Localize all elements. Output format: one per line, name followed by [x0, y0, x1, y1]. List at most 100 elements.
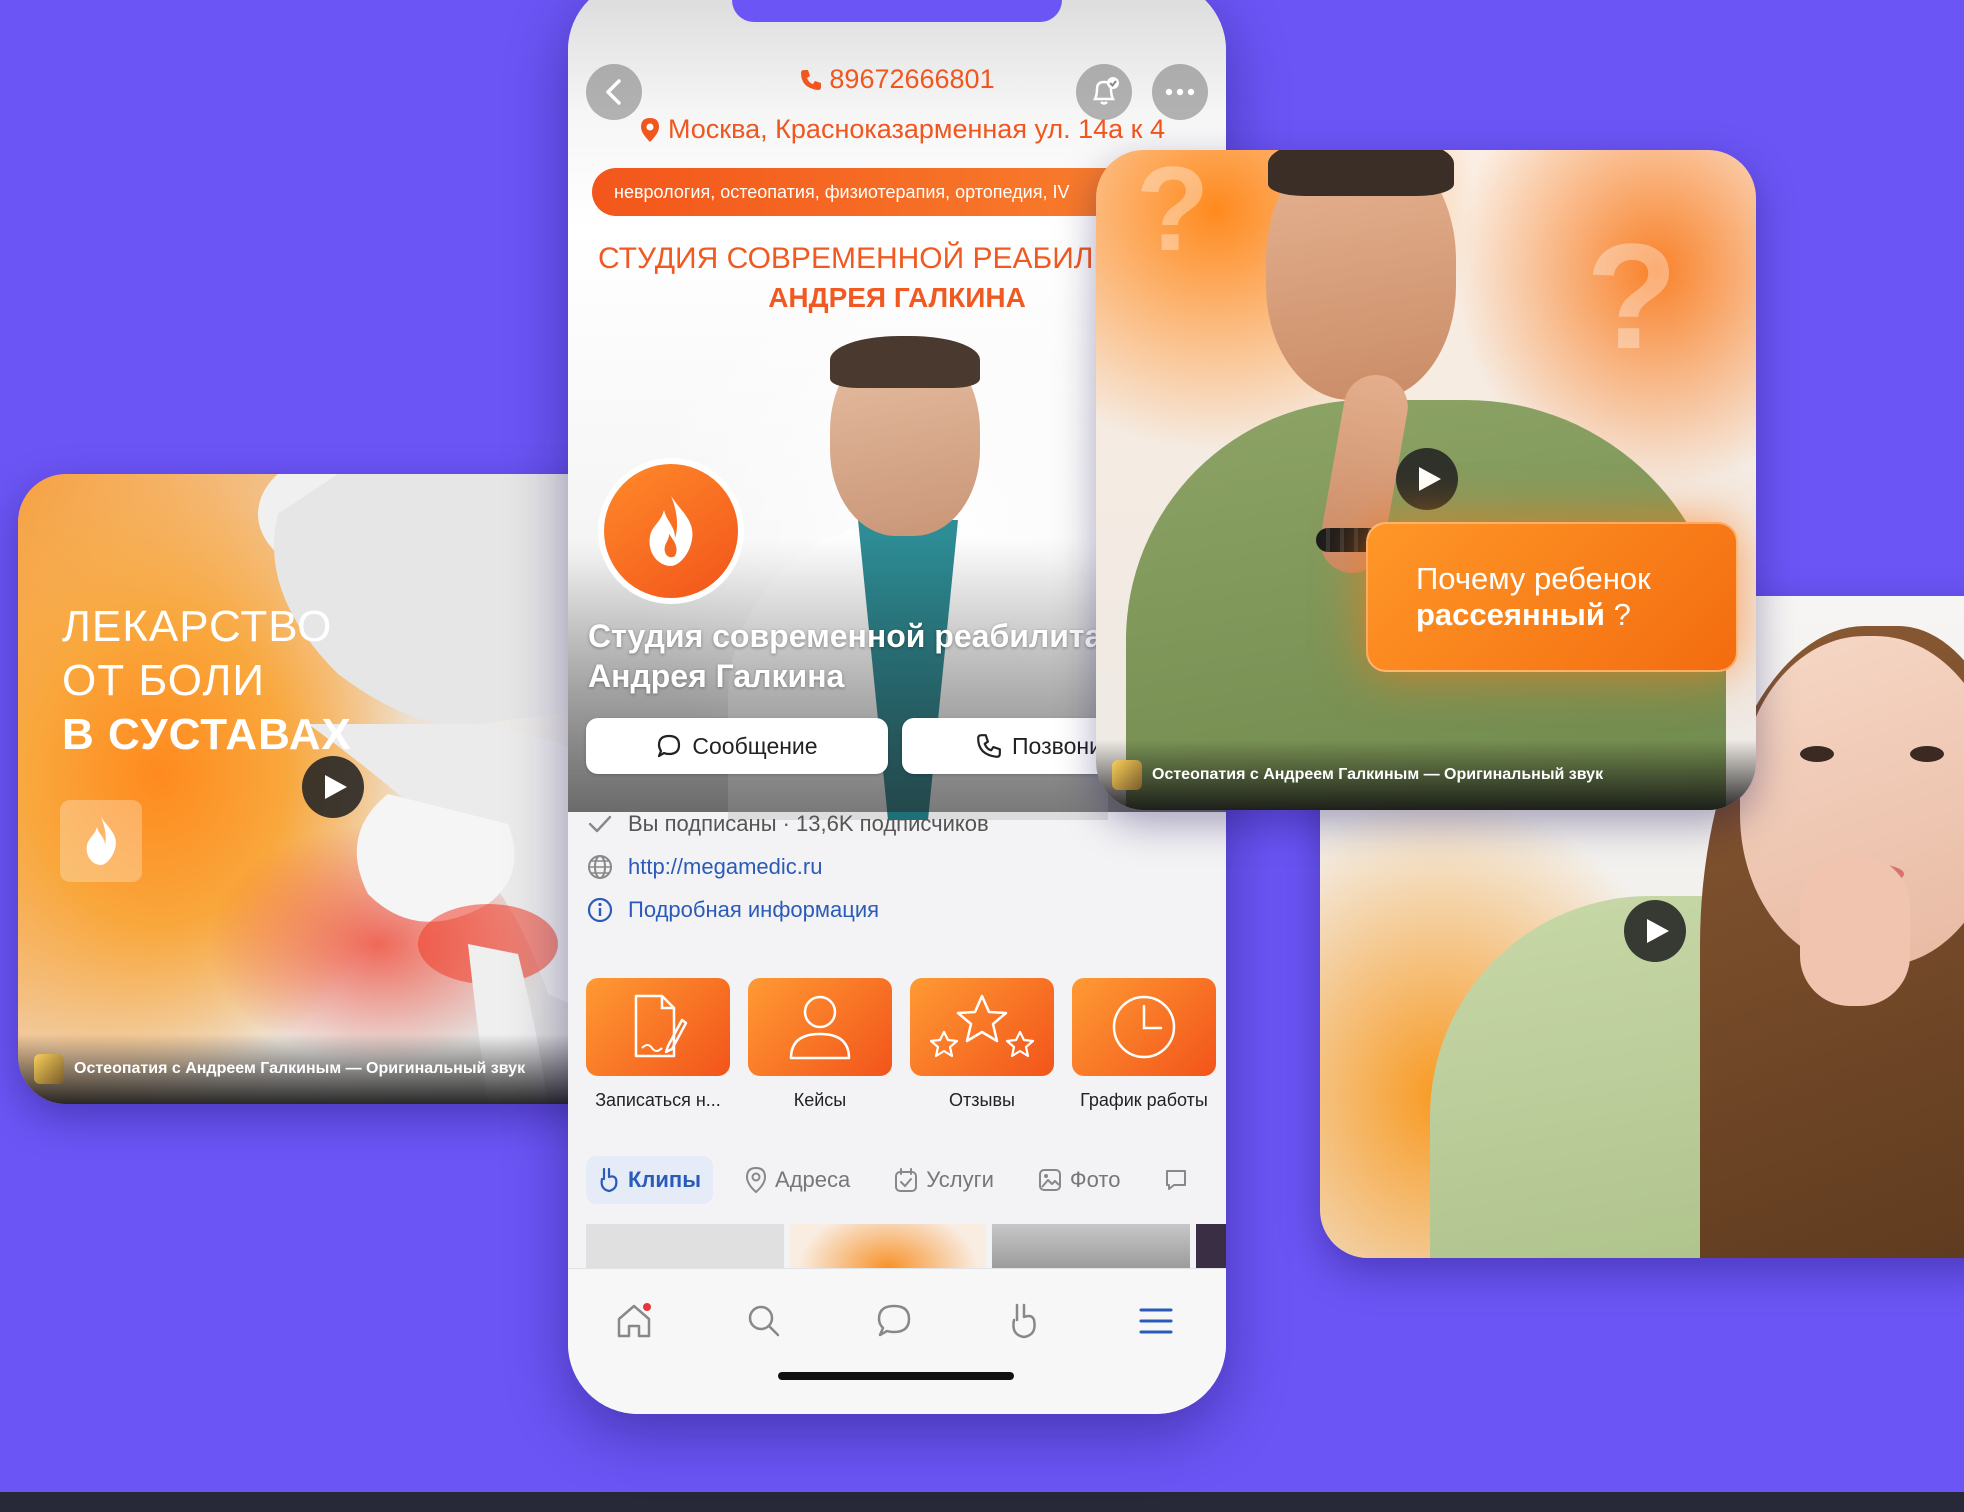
checkmark-icon [586, 810, 614, 838]
community-name-line1: Студия современной реабилита [588, 618, 1103, 654]
question-mark-decoration: ? [1586, 212, 1678, 380]
doctor-hair [830, 336, 980, 388]
calendar-check-icon [895, 1168, 918, 1192]
community-name: Студия современной реабилита Андрея Галк… [588, 616, 1102, 696]
phone-notch [732, 0, 1062, 22]
tab-clips-label: Клипы [628, 1167, 702, 1192]
heading-line-2: ОТ БОЛИ [62, 656, 265, 705]
clips-icon [600, 1167, 618, 1193]
menu-icon [1139, 1308, 1173, 1334]
home-icon [617, 1303, 651, 1338]
clip-heading: ЛЕКАРСТВО ОТ БОЛИ В СУСТАВАХ [62, 600, 352, 762]
play-icon [324, 775, 347, 799]
promo-bold-word: рассеянный [1416, 597, 1605, 632]
image-icon [1038, 1169, 1061, 1191]
play-button[interactable] [1624, 900, 1686, 962]
details-link[interactable]: Подробная информация [628, 897, 879, 923]
tile-booking-label: Записаться н... [595, 1090, 721, 1110]
info-icon [586, 896, 614, 924]
nav-search[interactable] [736, 1293, 792, 1349]
subscription-text: Вы подписаны · 13,6K подписчиков [628, 811, 989, 836]
more-dots-icon [1165, 88, 1195, 96]
tab-clips[interactable]: Клипы [586, 1156, 714, 1204]
tab-photos-label: Фото [1069, 1167, 1121, 1192]
message-label: Сообщение [692, 732, 818, 759]
clip-thumbnail[interactable] [790, 1224, 986, 1268]
home-indicator [778, 1372, 1014, 1380]
website-row[interactable]: http://megamedic.ru [586, 853, 822, 881]
bottom-navigation [568, 1268, 1226, 1414]
community-name-line2: Андрея Галкина [588, 658, 845, 694]
tile-schedule[interactable] [1072, 978, 1216, 1076]
chat-icon [877, 1304, 911, 1337]
clip-caption: Остеопатия с Андреем Галкиным — Оригинал… [74, 1060, 526, 1077]
nav-messages[interactable] [866, 1293, 922, 1349]
stars-icon [929, 994, 1035, 1058]
heading-line-1: ЛЕКАРСТВО [62, 602, 333, 651]
tile-cases[interactable] [748, 978, 892, 1076]
comment-icon [1166, 1170, 1187, 1190]
community-avatar[interactable] [598, 458, 744, 604]
nav-home[interactable] [606, 1293, 662, 1349]
tab-services[interactable]: Услуги [882, 1156, 1006, 1204]
message-button[interactable]: Сообщение [586, 718, 888, 774]
clip-thumbnail[interactable] [586, 1224, 784, 1268]
nav-menu[interactable] [1128, 1293, 1184, 1349]
phone-outline-icon [977, 734, 1001, 758]
address-row[interactable]: Москва, Краснoказарменная ул. 14а к 4 [640, 114, 1165, 145]
knee-illustration [258, 474, 618, 1104]
bottom-strip [0, 1492, 1964, 1512]
author-avatar [1112, 760, 1142, 790]
website-link[interactable]: http://megamedic.ru [628, 854, 822, 880]
clip-card-distracted-child[interactable]: ? ? Почему ребенок рассеянный ? Остеопат… [1096, 150, 1756, 810]
content-tabs: Клипы Адреса Услуги Фото [586, 1156, 1200, 1204]
clip-thumbnail[interactable] [992, 1224, 1190, 1268]
subscription-row[interactable]: Вы подписаны · 13,6K подписчиков [586, 810, 989, 838]
notifications-button[interactable] [1076, 64, 1132, 120]
brand-logo [60, 800, 142, 882]
address-text: Москва, Краснoказарменная ул. 14а к 4 [668, 114, 1165, 144]
globe-icon [586, 853, 614, 881]
clip-caption: Остеопатия с Андреем Галкиным — Оригинал… [1152, 766, 1604, 783]
location-pin-icon [641, 117, 659, 142]
tile-schedule-label: График работы [1080, 1090, 1208, 1110]
promo-line-2: рассеянный ? [1416, 597, 1736, 633]
tab-photos[interactable]: Фото [1026, 1156, 1133, 1204]
phone-icon [801, 69, 822, 90]
details-row[interactable]: Подробная информация [586, 896, 879, 924]
tab-addresses-label: Адреса [775, 1167, 851, 1192]
play-icon [1418, 467, 1441, 491]
play-icon [1646, 919, 1669, 943]
man-hair [1268, 150, 1454, 196]
promo-line-1: Почему ребенок [1416, 561, 1651, 596]
tile-reviews[interactable] [910, 978, 1054, 1076]
tab-services-label: Услуги [926, 1167, 994, 1192]
clock-icon [1112, 995, 1176, 1059]
tile-reviews-label: Отзывы [949, 1090, 1015, 1110]
tab-more[interactable] [1152, 1156, 1200, 1204]
search-icon [748, 1305, 780, 1337]
flame-icon [86, 817, 116, 865]
pin-icon [746, 1166, 767, 1194]
tile-booking[interactable] [586, 978, 730, 1076]
tile-cases-label: Кейсы [793, 1090, 847, 1110]
clip-footer: Остеопатия с Андреем Галкиным — Оригинал… [18, 1034, 618, 1104]
call-label: Позвони [1012, 732, 1102, 759]
phone-number: 89672666801 [829, 64, 995, 94]
clip-footer: Остеопатия с Андреем Галкиным — Оригинал… [1096, 740, 1756, 810]
clip-thumbnail[interactable] [1196, 1224, 1226, 1268]
girl-eye-left [1800, 746, 1834, 762]
promo-question: ? [1604, 597, 1631, 632]
author-avatar [34, 1054, 64, 1084]
nav-clips[interactable] [996, 1293, 1052, 1349]
tab-addresses[interactable]: Адреса [733, 1156, 862, 1204]
avatar-inner [604, 464, 738, 598]
girl-hand [1800, 856, 1910, 1006]
more-button[interactable] [1152, 64, 1208, 120]
person-icon [789, 995, 851, 1060]
chat-bubble-icon [658, 734, 681, 758]
play-button[interactable] [302, 756, 364, 818]
clip-card-joint-pain[interactable]: ЛЕКАРСТВО ОТ БОЛИ В СУСТАВАХ Остеопатия … [18, 474, 618, 1104]
play-button[interactable] [1396, 448, 1458, 510]
flame-logo-icon [649, 496, 693, 566]
